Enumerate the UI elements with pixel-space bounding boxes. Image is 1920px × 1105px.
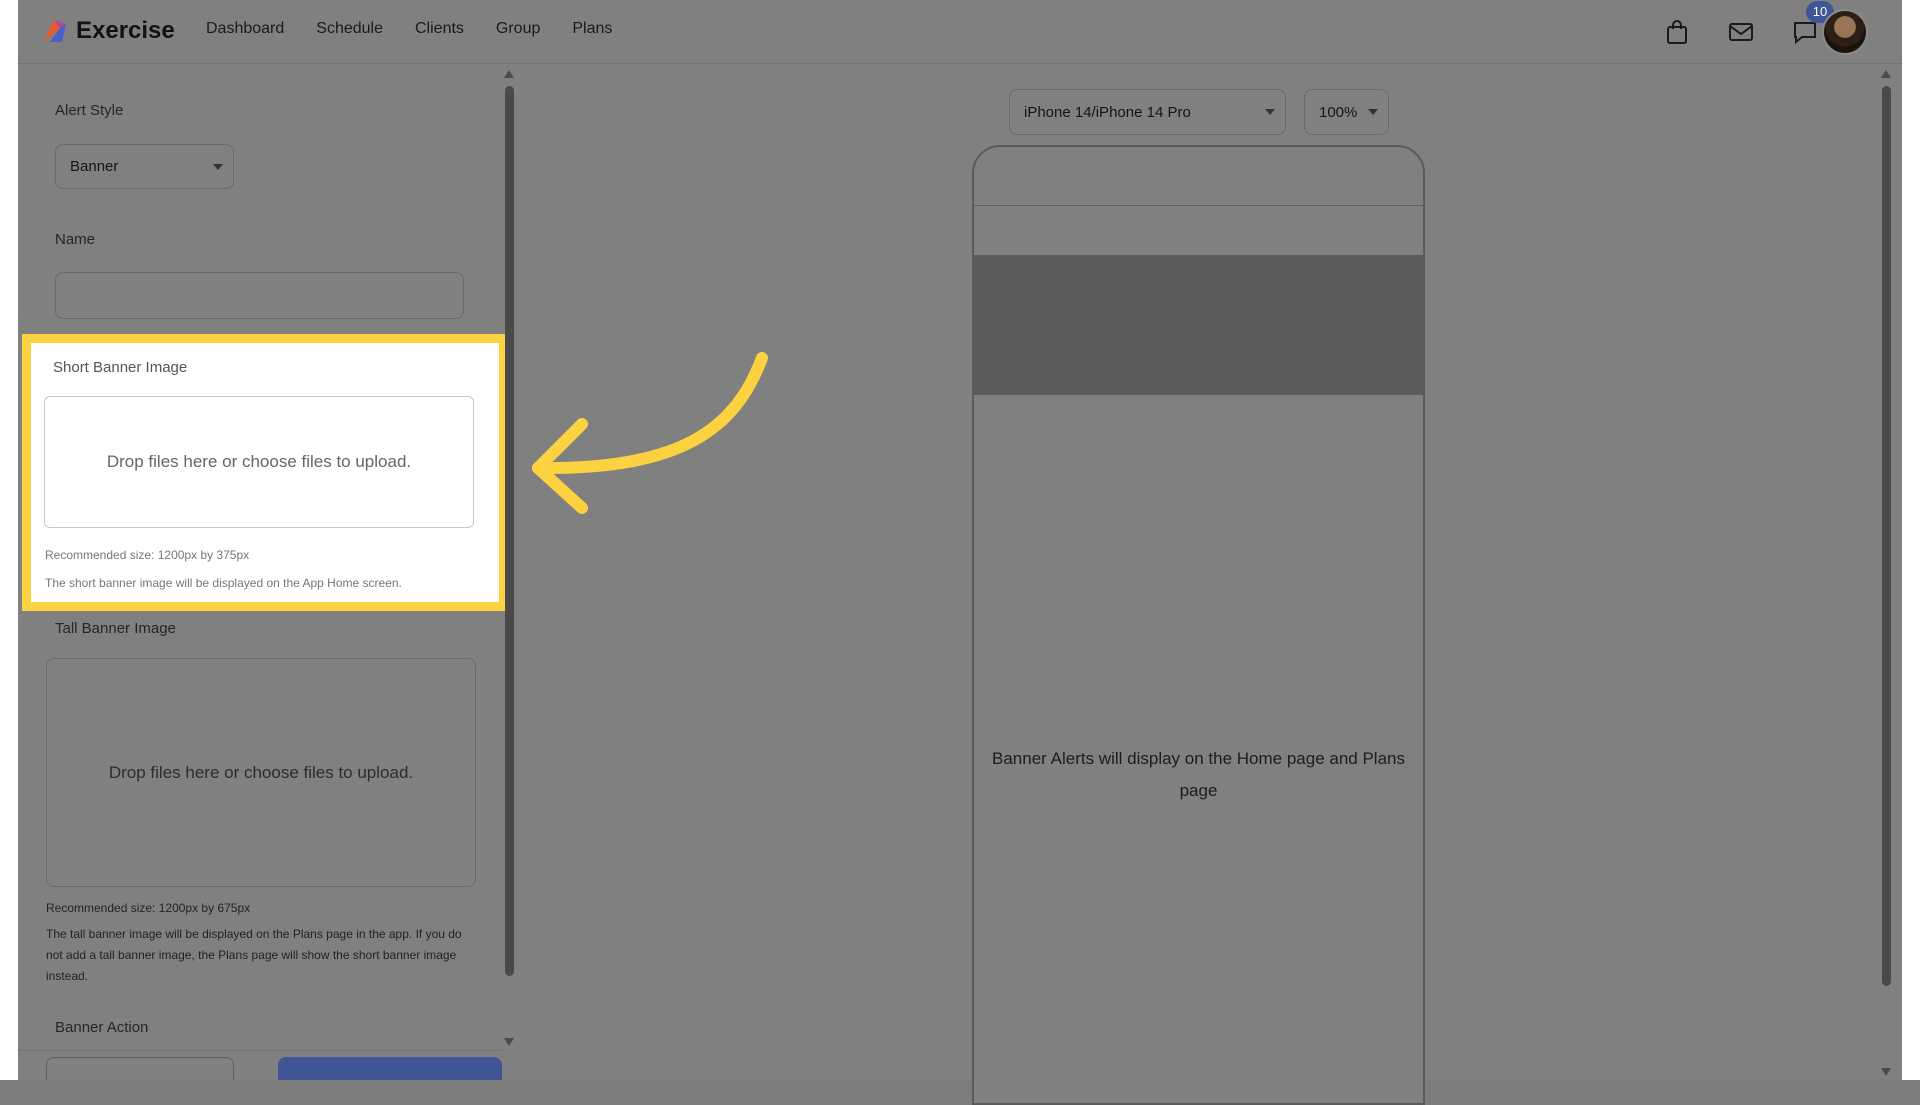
preview-area: iPhone 14/iPhone 14 Pro 100% Banner Aler…: [517, 64, 1902, 1105]
scroll-up-arrow[interactable]: [504, 70, 514, 78]
short-banner-dropzone-text: Drop files here or choose files to uploa…: [106, 452, 412, 471]
window-edge-right: [1902, 0, 1920, 1080]
chat-icon[interactable]: 10: [1790, 1, 1834, 47]
tall-banner-dropzone-text: Drop files here or choose files to uploa…: [108, 762, 414, 782]
device-select-value: iPhone 14/iPhone 14 Pro: [1024, 103, 1191, 121]
nav-plans[interactable]: Plans: [572, 20, 612, 38]
nav-group[interactable]: Group: [496, 20, 540, 38]
nav-schedule[interactable]: Schedule: [316, 20, 383, 38]
alert-style-label: Alert Style: [55, 102, 124, 119]
tall-banner-dropzone[interactable]: Drop files here or choose files to uploa…: [46, 658, 476, 887]
banner-action-label: Banner Action: [55, 1019, 149, 1036]
short-banner-size-hint: Recommended size: 1200px by 375px: [45, 548, 250, 562]
zoom-select[interactable]: 100%: [1304, 89, 1389, 135]
tall-banner-description: The tall banner image will be displayed …: [46, 927, 462, 983]
alert-style-value: Banner: [70, 158, 119, 175]
user-avatar[interactable]: [1822, 9, 1868, 55]
nav-clients[interactable]: Clients: [415, 20, 464, 38]
save-button[interactable]: [278, 1057, 502, 1080]
nav-dashboard[interactable]: Dashboard: [206, 20, 284, 38]
tall-banner-label: Tall Banner Image: [55, 620, 176, 637]
chevron-down-icon: [1265, 109, 1275, 115]
logo-icon: [44, 20, 66, 42]
preview-scrollbar[interactable]: [1882, 86, 1891, 986]
alert-style-select[interactable]: Banner: [55, 144, 234, 189]
top-navigation-bar: Exercise Dashboard Schedule Clients Grou…: [18, 0, 1902, 64]
main-nav: Dashboard Schedule Clients Group Plans: [206, 20, 644, 38]
mail-icon[interactable]: [1726, 17, 1756, 47]
short-banner-label: Short Banner Image: [53, 359, 188, 376]
window-edge-left: [0, 0, 18, 1080]
settings-panel: Alert Style Banner Name Short Banner Ima…: [18, 64, 517, 1080]
name-input[interactable]: [55, 272, 464, 319]
phone-header-divider: [974, 205, 1423, 206]
chevron-down-icon: [1368, 109, 1378, 115]
chevron-down-icon: [213, 163, 223, 170]
short-banner-section: Short Banner Image Drop files here or ch…: [22, 334, 508, 611]
panel-scrollbar[interactable]: [505, 86, 514, 976]
scroll-down-arrow[interactable]: [504, 1038, 514, 1046]
app-title: Exercise: [76, 17, 175, 44]
tall-banner-size-hint: Recommended size: 1200px by 675px: [46, 901, 251, 915]
zoom-select-value: 100%: [1319, 103, 1358, 121]
shopping-bag-icon[interactable]: [1662, 17, 1692, 47]
cancel-button[interactable]: [46, 1057, 234, 1080]
short-banner-description: The short banner image will be displayed…: [45, 576, 402, 590]
preview-scroll-down-arrow[interactable]: [1881, 1068, 1891, 1076]
app-logo[interactable]: Exercise: [40, 16, 175, 46]
phone-banner-placeholder: [974, 255, 1423, 395]
name-label: Name: [55, 231, 96, 248]
annotation-arrow-icon: [532, 352, 768, 514]
device-select[interactable]: iPhone 14/iPhone 14 Pro: [1009, 89, 1286, 135]
preview-scroll-up-arrow[interactable]: [1881, 70, 1891, 78]
short-banner-dropzone[interactable]: Drop files here or choose files to uploa…: [44, 396, 474, 528]
preview-message: Banner Alerts will display on the Home p…: [992, 749, 1405, 800]
phone-preview: Banner Alerts will display on the Home p…: [972, 145, 1425, 1105]
